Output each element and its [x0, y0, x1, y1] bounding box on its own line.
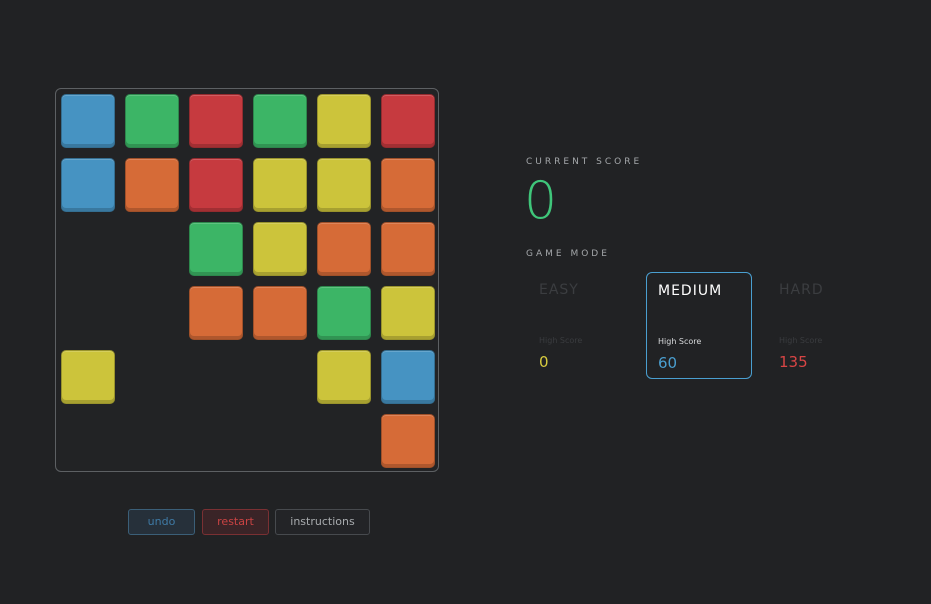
high-score-value: 135: [779, 353, 808, 371]
game-mode-label: GAME MODE: [526, 249, 610, 259]
tile-green[interactable]: [253, 94, 307, 148]
high-score-label: High Score: [779, 336, 823, 345]
undo-button[interactable]: undo: [128, 509, 195, 535]
tile-yellow[interactable]: [61, 350, 115, 404]
tile-yellow[interactable]: [253, 222, 307, 276]
high-score-value: 60: [658, 354, 678, 372]
tile-orange[interactable]: [189, 286, 243, 340]
tile-orange[interactable]: [125, 158, 179, 212]
tile-yellow[interactable]: [253, 158, 307, 212]
mode-easy[interactable]: EASY High Score 0: [528, 272, 634, 379]
tile-yellow[interactable]: [381, 286, 435, 340]
tile-green[interactable]: [189, 222, 243, 276]
tile-orange[interactable]: [381, 158, 435, 212]
mode-hard[interactable]: HARD High Score 135: [768, 272, 874, 379]
tile-green[interactable]: [125, 94, 179, 148]
tile-yellow[interactable]: [317, 350, 371, 404]
mode-name: MEDIUM: [658, 283, 723, 299]
tile-red[interactable]: [189, 94, 243, 148]
high-score-value: 0: [539, 353, 549, 371]
instructions-button[interactable]: instructions: [275, 509, 370, 535]
tile-green[interactable]: [317, 286, 371, 340]
tile-red[interactable]: [189, 158, 243, 212]
high-score-label: High Score: [658, 337, 702, 346]
current-score-value: 0: [524, 171, 558, 231]
tile-yellow[interactable]: [317, 94, 371, 148]
tile-blue[interactable]: [381, 350, 435, 404]
restart-button[interactable]: restart: [202, 509, 269, 535]
tile-blue[interactable]: [61, 158, 115, 212]
mode-name: HARD: [779, 282, 824, 298]
tile-orange[interactable]: [317, 222, 371, 276]
mode-name: EASY: [539, 282, 579, 298]
game-board[interactable]: [55, 88, 439, 472]
tile-orange[interactable]: [381, 414, 435, 468]
high-score-label: High Score: [539, 336, 583, 345]
mode-medium[interactable]: MEDIUM High Score 60: [646, 272, 752, 379]
tile-blue[interactable]: [61, 94, 115, 148]
tile-orange[interactable]: [253, 286, 307, 340]
tile-yellow[interactable]: [317, 158, 371, 212]
tile-orange[interactable]: [381, 222, 435, 276]
tile-red[interactable]: [381, 94, 435, 148]
current-score-label: CURRENT SCORE: [526, 157, 643, 167]
